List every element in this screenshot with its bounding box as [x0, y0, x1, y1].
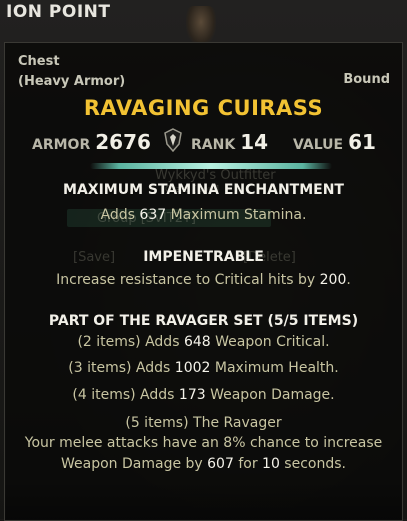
value-stat: VALUE 61 — [293, 130, 376, 154]
rank-icon — [163, 128, 183, 156]
set-bonus-5-line2: Weapon Damage by 607 for 10 seconds. — [61, 456, 346, 472]
value-value: 61 — [348, 130, 376, 154]
value-label: VALUE — [293, 137, 344, 153]
set-bonus-5-line1: Your melee attacks have an 8% chance to … — [24, 435, 383, 451]
bind-status: Bound — [343, 72, 390, 87]
item-name: RAVAGING CUIRASS — [83, 96, 324, 120]
item-armor-type: (Heavy Armor) — [18, 74, 126, 89]
ghost-shop-name: Wykkyd's Outfitter — [155, 168, 276, 183]
stats-row: ARMOR 2676 RANK 14 VALUE 61 — [5, 128, 402, 156]
enchant-desc: Adds 637 Maximum Stamina. — [100, 207, 307, 223]
item-slot: Chest — [18, 54, 60, 69]
trait-desc: Increase resistance to Critical hits by … — [56, 272, 351, 288]
item-tooltip: Wykkyd's Outfitter Grass [bow] Group [SV… — [4, 42, 403, 521]
armor-label: ARMOR — [32, 137, 91, 153]
condition-divider — [90, 163, 332, 169]
panel-fade — [5, 480, 402, 520]
set-bonus-3: (3 items) Adds 1002 Maximum Health. — [68, 360, 339, 376]
rank-stat: RANK 14 — [191, 130, 268, 154]
character-figure — [186, 6, 216, 46]
rank-value: 14 — [240, 130, 269, 154]
screen-title: ION POINT — [6, 2, 111, 22]
item-slot-block: Chest (Heavy Armor) — [18, 52, 125, 92]
set-bonus-4: (4 items) Adds 173 Weapon Damage. — [72, 387, 335, 403]
set-title: PART OF THE RAVAGER SET (5/5 ITEMS) — [48, 313, 359, 329]
set-bonus-5-title: (5 items) The Ravager — [125, 415, 282, 431]
armor-value: 2676 — [95, 130, 151, 154]
armor-stat: ARMOR 2676 — [32, 130, 151, 154]
trait-title: IMPENETRABLE — [143, 249, 264, 265]
enchant-title: MAXIMUM STAMINA ENCHANTMENT — [63, 182, 344, 198]
rank-label: RANK — [191, 137, 236, 153]
set-bonus-2: (2 items) Adds 648 Weapon Critical. — [77, 334, 330, 350]
